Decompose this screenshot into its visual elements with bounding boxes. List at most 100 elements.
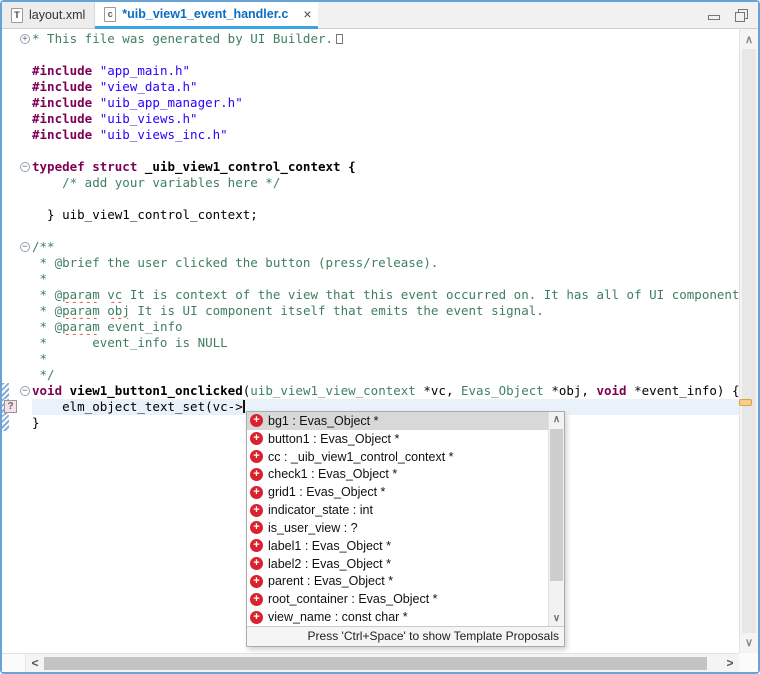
code-line: } uib_view1_control_context; — [2, 207, 739, 223]
code-line-text[interactable]: #include "uib_views_inc.h" — [32, 127, 739, 143]
code-token: /* add your variables here */ — [32, 175, 280, 190]
code-lines: +* This file was generated by UI Builder… — [2, 31, 739, 431]
folding-ruler — [20, 47, 32, 63]
code-token — [32, 399, 62, 414]
completion-item[interactable]: +root_container : Evas_Object * — [247, 590, 564, 608]
completion-item[interactable]: +check1 : Evas_Object * — [247, 465, 564, 483]
popup-status-text: Press 'Ctrl+Space' to show Template Prop… — [247, 626, 564, 646]
code-line-text[interactable]: #include "view_data.h" — [32, 79, 739, 95]
code-line-text[interactable]: * @param event_info — [32, 319, 739, 335]
code-line-text[interactable]: #include "uib_views.h" — [32, 111, 739, 127]
quickdiff-ruler — [2, 335, 9, 351]
vertical-scrollbar[interactable]: ∧ ∨ — [739, 29, 758, 653]
quickdiff-ruler — [2, 63, 9, 79]
code-line-text[interactable]: * — [32, 271, 739, 287]
completion-item[interactable]: +indicator_state : int — [247, 501, 564, 519]
help-annotation-icon: ? — [4, 400, 17, 413]
folding-ruler — [20, 399, 32, 415]
code-line-text[interactable]: void view1_button1_onclicked(uib_view1_v… — [32, 383, 739, 399]
horizontal-scrollbar-thumb[interactable] — [44, 657, 707, 670]
code-line-text[interactable]: /* add your variables here */ — [32, 175, 739, 191]
tab-layout-xml[interactable]: T layout.xml — [2, 2, 95, 28]
quickdiff-ruler — [2, 111, 9, 127]
code-line-text[interactable]: * @brief the user clicked the button (pr… — [32, 255, 739, 271]
code-line: −/** — [2, 239, 739, 255]
completion-item[interactable]: +bg1 : Evas_Object * — [247, 412, 564, 430]
c-file-icon: c — [104, 7, 116, 22]
code-line-text[interactable]: typedef struct _uib_view1_control_contex… — [32, 159, 739, 175]
completion-list: +bg1 : Evas_Object *+button1 : Evas_Obje… — [247, 412, 564, 626]
vertical-scrollbar-thumb[interactable] — [742, 49, 756, 633]
completion-label: label1 : Evas_Object * — [268, 539, 391, 553]
maximize-restore-icon[interactable] — [735, 9, 748, 22]
scrollbar-corner — [739, 653, 758, 672]
completion-item[interactable]: +view_name : const char * — [247, 608, 564, 626]
code-line-text[interactable]: * — [32, 351, 739, 367]
completion-label: is_user_view : ? — [268, 521, 358, 535]
code-token: "app_main.h" — [100, 63, 190, 78]
code-line-text[interactable]: * @param obj It is UI component itself t… — [32, 303, 739, 319]
code-line-text[interactable]: } uib_view1_control_context; — [32, 207, 739, 223]
quickdiff-ruler — [2, 47, 9, 63]
code-line-text[interactable]: /** — [32, 239, 739, 255]
code-line-text[interactable] — [32, 191, 739, 207]
code-line-text[interactable]: * event_info is NULL — [32, 335, 739, 351]
completion-item[interactable]: +button1 : Evas_Object * — [247, 430, 564, 448]
quickdiff-ruler — [2, 303, 9, 319]
folding-ruler — [20, 207, 32, 223]
scroll-up-icon[interactable]: ∧ — [549, 414, 564, 425]
code-line-text[interactable]: */ — [32, 367, 739, 383]
code-line-text[interactable]: * This file was generated by UI Builder. — [32, 31, 739, 47]
annotation-ruler — [9, 415, 20, 431]
quickdiff-ruler — [2, 191, 9, 207]
popup-scrollbar[interactable]: ∧ ∨ — [548, 412, 564, 626]
annotation-ruler — [9, 47, 20, 63]
tab-uib-view1-event-handler[interactable]: c *uib_view1_event_handler.c × — [95, 2, 317, 29]
scroll-right-icon[interactable]: > — [721, 656, 739, 670]
annotation-ruler — [9, 207, 20, 223]
code-line-text[interactable]: #include "uib_app_manager.h" — [32, 95, 739, 111]
scroll-down-icon[interactable]: ∨ — [549, 613, 564, 624]
code-line-text[interactable] — [32, 223, 739, 239]
completion-item[interactable]: +grid1 : Evas_Object * — [247, 483, 564, 501]
code-line-text[interactable]: #include "app_main.h" — [32, 63, 739, 79]
completion-item[interactable]: +label1 : Evas_Object * — [247, 537, 564, 555]
close-tab-icon[interactable]: × — [303, 7, 311, 21]
fold-collapse-icon[interactable]: − — [20, 386, 30, 396]
code-line-text[interactable] — [32, 47, 739, 63]
code-token: * This file was generated by UI Builder. — [32, 31, 333, 46]
folding-ruler — [20, 287, 32, 303]
quickdiff-change-marker — [2, 383, 9, 399]
completion-item[interactable]: + is_user_view : ? — [247, 519, 564, 537]
horizontal-scrollbar[interactable]: < > — [2, 653, 739, 672]
quickdiff-ruler — [2, 175, 9, 191]
annotation-ruler — [9, 287, 20, 303]
minimize-icon[interactable] — [708, 15, 720, 20]
code-line — [2, 143, 739, 159]
scroll-up-icon[interactable]: ∧ — [740, 33, 758, 46]
completion-item[interactable]: +parent : Evas_Object * — [247, 572, 564, 590]
scroll-left-icon[interactable]: < — [26, 656, 44, 670]
annotation-ruler — [9, 223, 20, 239]
folding-ruler: + — [20, 31, 32, 47]
quickdiff-ruler — [2, 79, 9, 95]
field-icon: + — [250, 521, 263, 534]
code-line: * @param vc It is context of the view th… — [2, 287, 739, 303]
code-token: obj — [107, 303, 130, 318]
quickdiff-ruler — [2, 159, 9, 175]
code-line-text[interactable]: * @param vc It is context of the view th… — [32, 287, 739, 303]
code-token: elm_object_text_set(vc-> — [62, 399, 243, 414]
completion-label: view_name : const char * — [268, 610, 408, 624]
annotation-ruler — [9, 31, 20, 47]
popup-scrollbar-thumb[interactable] — [550, 429, 563, 581]
fold-collapse-icon[interactable]: − — [20, 242, 30, 252]
code-line-text[interactable] — [32, 143, 739, 159]
annotation-ruler — [9, 367, 20, 383]
completion-item[interactable]: +cc : _uib_view1_control_context * — [247, 448, 564, 466]
completion-item[interactable]: +label2 : Evas_Object * — [247, 555, 564, 573]
fold-expand-icon[interactable]: + — [20, 34, 30, 44]
quickdiff-ruler — [2, 31, 9, 47]
annotation-ruler — [9, 111, 20, 127]
scroll-down-icon[interactable]: ∨ — [740, 636, 758, 649]
fold-collapse-icon[interactable]: − — [20, 162, 30, 172]
